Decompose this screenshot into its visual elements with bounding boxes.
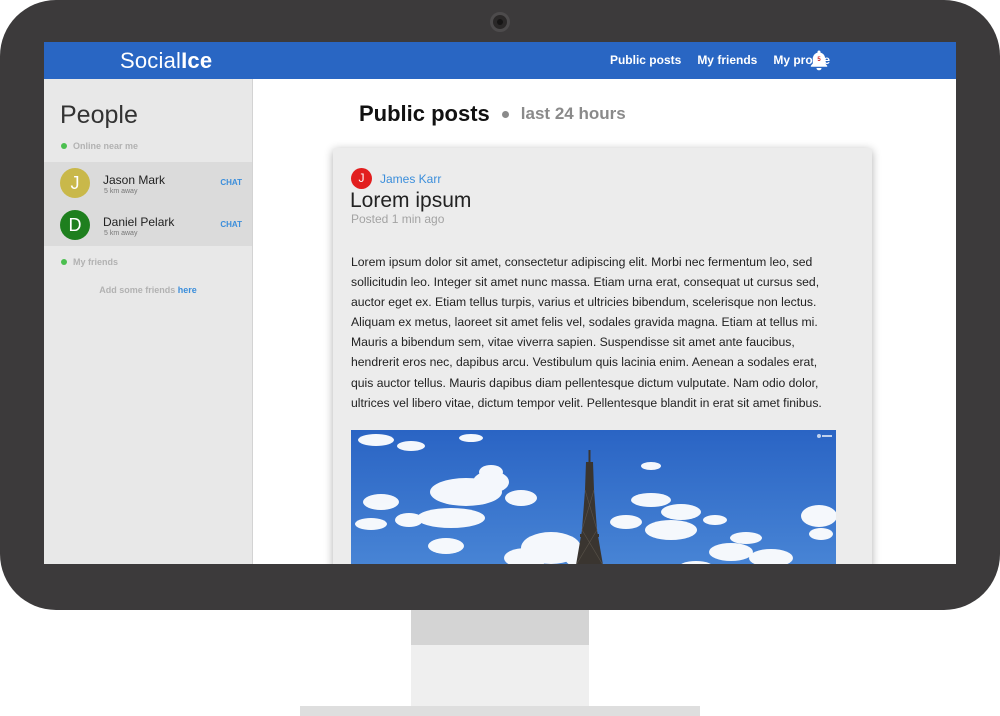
eiffel-tower-image	[351, 430, 836, 564]
people-sidebar: People Online near me J Jason Mark 5 km …	[44, 79, 253, 564]
person-name: Daniel Pelark	[103, 215, 175, 229]
online-label: Online near me	[73, 141, 139, 151]
notification-count: 5	[817, 57, 821, 63]
post-card: J James Karr Lorem ipsum Posted 1 min ag…	[333, 148, 872, 564]
post-title: Lorem ipsum	[350, 189, 472, 212]
avatar: D	[60, 210, 90, 240]
nav-my-friends[interactable]: My friends	[697, 53, 757, 67]
app-logo[interactable]: SocialIce	[120, 48, 212, 74]
monitor-frame: SocialIce Public posts My friends My pro…	[0, 0, 1000, 610]
add-friends-prompt: Add some friends here	[44, 285, 252, 295]
post-body: Lorem ipsum dolor sit amet, consectetur …	[351, 255, 822, 410]
page-subtitle: last 24 hours	[520, 104, 626, 123]
person-item-jason-mark[interactable]: J Jason Mark 5 km away CHAT	[44, 162, 252, 204]
separator-dot-icon	[501, 110, 509, 118]
post-image[interactable]	[351, 430, 836, 564]
notifications-bell-icon[interactable]: 5	[810, 49, 828, 71]
monitor-stand	[411, 645, 589, 706]
person-item-daniel-pelark[interactable]: D Daniel Pelark 5 km away CHAT	[44, 204, 252, 246]
friends-dot-icon	[61, 259, 67, 265]
add-friends-text: Add some friends	[99, 285, 176, 295]
person-name: Jason Mark	[103, 173, 166, 187]
author-name[interactable]: James Karr	[380, 172, 441, 186]
add-friends-link[interactable]: here	[178, 285, 197, 295]
main-nav: Public posts My friends My profile	[610, 53, 830, 67]
online-section-label: Online near me	[61, 141, 138, 151]
monitor-stand-base	[300, 706, 700, 716]
sidebar-title: People	[60, 101, 138, 129]
page-title: Public posts last 24 hours	[359, 101, 626, 127]
author-avatar[interactable]: J	[351, 168, 372, 189]
avatar: J	[60, 168, 90, 198]
chat-button[interactable]: CHAT	[220, 178, 242, 187]
post-timestamp: Posted 1 min ago	[351, 212, 445, 226]
monitor-stand-neck	[411, 610, 589, 645]
page-title-text: Public posts	[359, 101, 490, 126]
person-distance: 5 km away	[104, 230, 138, 237]
chat-button[interactable]: CHAT	[220, 220, 242, 229]
online-dot-icon	[61, 143, 67, 149]
brand-light: Social	[120, 48, 182, 73]
nav-public-posts[interactable]: Public posts	[610, 53, 681, 67]
person-distance: 5 km away	[104, 188, 138, 195]
webcam-icon	[490, 12, 510, 32]
brand-bold: Ice	[181, 48, 213, 73]
top-navigation-bar: SocialIce Public posts My friends My pro…	[44, 42, 956, 79]
friends-section-label: My friends	[61, 257, 118, 267]
friends-label: My friends	[73, 257, 119, 267]
screen: SocialIce Public posts My friends My pro…	[44, 42, 956, 564]
